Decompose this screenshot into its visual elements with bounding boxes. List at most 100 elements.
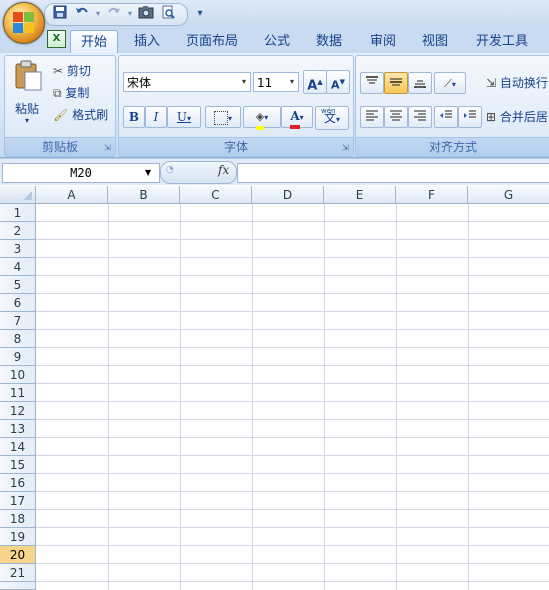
gridline — [396, 204, 397, 590]
font-color-dropdown-icon[interactable]: ▾ — [300, 113, 304, 122]
align-bottom-button[interactable] — [408, 72, 432, 94]
print-preview-icon[interactable] — [158, 4, 178, 24]
row-header[interactable]: 9 — [0, 348, 36, 366]
clipboard-launcher-icon[interactable]: ⇲ — [104, 144, 112, 152]
font-color-button[interactable]: A▾ — [281, 106, 313, 129]
formula-input[interactable] — [237, 163, 549, 183]
name-box-dropdown-icon[interactable]: ▼ — [145, 168, 151, 177]
row-header[interactable]: 6 — [0, 294, 36, 312]
bold-button[interactable]: B — [123, 106, 145, 128]
office-button[interactable] — [3, 2, 45, 44]
column-header-a[interactable]: A — [36, 186, 108, 204]
tab-data[interactable]: 数据 — [306, 30, 352, 53]
paste-dropdown-icon[interactable]: ▾ — [25, 116, 29, 125]
save-icon[interactable] — [50, 4, 70, 24]
format-painter-button[interactable]: 🖌 格式刷 — [53, 106, 108, 122]
font-name-dropdown-icon[interactable]: ▾ — [238, 73, 250, 91]
tab-page-layout[interactable]: 页面布局 — [176, 30, 248, 53]
align-center-button[interactable] — [384, 106, 408, 128]
underline-dropdown-icon[interactable]: ▾ — [187, 114, 191, 123]
column-header-e[interactable]: E — [324, 186, 396, 204]
insert-function-button[interactable]: fx — [218, 163, 229, 177]
row-header[interactable]: 18 — [0, 510, 36, 528]
formula-grip-icon[interactable]: ◔ — [166, 165, 174, 175]
align-left-button[interactable] — [360, 106, 384, 128]
phonetic-button[interactable]: wén 文▾ — [315, 106, 349, 130]
column-header-d[interactable]: D — [252, 186, 324, 204]
orientation-button[interactable]: ⟋▾ — [434, 72, 466, 94]
column-header-g[interactable]: G — [468, 186, 549, 204]
decrease-indent-button[interactable] — [434, 106, 458, 128]
font-name-combo[interactable]: 宋体 ▾ — [123, 72, 251, 92]
camera-icon[interactable] — [136, 4, 156, 24]
name-box[interactable]: M20 — [2, 163, 160, 183]
phonetic-ruby: wén — [321, 107, 336, 115]
select-all-button[interactable] — [0, 186, 36, 204]
align-middle-button[interactable] — [384, 72, 408, 94]
border-button[interactable]: ▾ — [205, 106, 241, 128]
row-header[interactable]: 17 — [0, 492, 36, 510]
orientation-dropdown-icon[interactable]: ▾ — [452, 80, 456, 89]
row-header[interactable]: 14 — [0, 438, 36, 456]
row-header[interactable]: 19 — [0, 528, 36, 546]
italic-button[interactable]: I — [145, 106, 167, 128]
increase-indent-button[interactable] — [458, 106, 482, 128]
wrap-text-button[interactable]: ⇲ 自动换行 — [486, 74, 548, 92]
row-header[interactable]: 11 — [0, 384, 36, 402]
merge-center-button[interactable]: ⊞ 合并后居 — [486, 108, 548, 126]
ribbon-tabs: X 开始 插入 页面布局 公式 数据 审阅 视图 开发工具 — [0, 27, 549, 54]
grow-font-button[interactable]: A▲ — [303, 70, 327, 94]
row-header[interactable]: 15 — [0, 456, 36, 474]
row-header[interactable]: 2 — [0, 222, 36, 240]
row-header[interactable]: 10 — [0, 366, 36, 384]
tab-home[interactable]: 开始 — [70, 30, 119, 54]
underline-button[interactable]: U▾ — [167, 106, 201, 128]
row-header[interactable]: 12 — [0, 402, 36, 420]
worksheet-grid[interactable]: A B C D E F G 1 2 3 4 5 6 7 8 9 10 11 12… — [0, 186, 549, 590]
font-size-combo[interactable]: 11 ▾ — [253, 72, 299, 92]
gridline — [36, 563, 549, 564]
column-header-c[interactable]: C — [180, 186, 252, 204]
gridline — [36, 509, 549, 510]
align-bottom-icon — [414, 80, 426, 88]
tab-view[interactable]: 视图 — [412, 30, 458, 53]
copy-icon: ⧉ — [53, 86, 62, 100]
row-header[interactable]: 4 — [0, 258, 36, 276]
row-header[interactable]: 21 — [0, 564, 36, 582]
office-logo-icon — [13, 12, 35, 34]
align-left-icon — [366, 110, 378, 121]
shrink-font-button[interactable]: A▼ — [326, 70, 350, 94]
tab-insert[interactable]: 插入 — [124, 30, 170, 53]
copy-button[interactable]: ⧉ 复制 — [53, 84, 89, 100]
tab-formulas[interactable]: 公式 — [254, 30, 300, 53]
align-top-button[interactable] — [360, 72, 384, 94]
border-dropdown-icon[interactable]: ▾ — [228, 114, 232, 123]
tab-review[interactable]: 审阅 — [360, 30, 406, 53]
font-launcher-icon[interactable]: ⇲ — [342, 144, 350, 152]
row-header[interactable]: 7 — [0, 312, 36, 330]
paint-bucket-icon: ◈ — [255, 108, 265, 130]
merge-center-label: 合并后居 — [499, 110, 548, 124]
excel-icon[interactable]: X — [47, 30, 66, 48]
column-header-f[interactable]: F — [396, 186, 468, 204]
row-header[interactable]: 3 — [0, 240, 36, 258]
tab-developer[interactable]: 开发工具 — [466, 30, 538, 53]
paste-button[interactable]: 粘贴 ▾ — [11, 60, 45, 125]
column-header-b[interactable]: B — [108, 186, 180, 204]
row-header[interactable]: 16 — [0, 474, 36, 492]
fill-color-dropdown-icon[interactable]: ▾ — [264, 113, 268, 122]
ribbon: 粘贴 ▾ ✂ 剪切 ⧉ 复制 🖌 格式刷 剪贴板 ⇲ 宋体 ▾ 11 ▾ A▲ … — [0, 53, 549, 158]
align-right-button[interactable] — [408, 106, 432, 128]
row-header[interactable]: 8 — [0, 330, 36, 348]
row-header[interactable]: 13 — [0, 420, 36, 438]
alignment-group: ⟋▾ ⇲ 自动换行 ⊞ 合并后居 对齐方式 — [355, 55, 549, 157]
row-header-selected[interactable]: 20 — [0, 546, 36, 564]
row-header-partial[interactable] — [0, 582, 36, 590]
phonetic-dropdown-icon[interactable]: ▾ — [336, 115, 340, 124]
row-header[interactable]: 1 — [0, 204, 36, 222]
row-header[interactable]: 5 — [0, 276, 36, 294]
customize-quick-access-icon[interactable]: ▾ — [190, 4, 210, 24]
cut-button[interactable]: ✂ 剪切 — [53, 62, 91, 78]
fill-color-button[interactable]: ◈▾ — [243, 106, 281, 130]
font-size-dropdown-icon[interactable]: ▾ — [286, 73, 298, 91]
